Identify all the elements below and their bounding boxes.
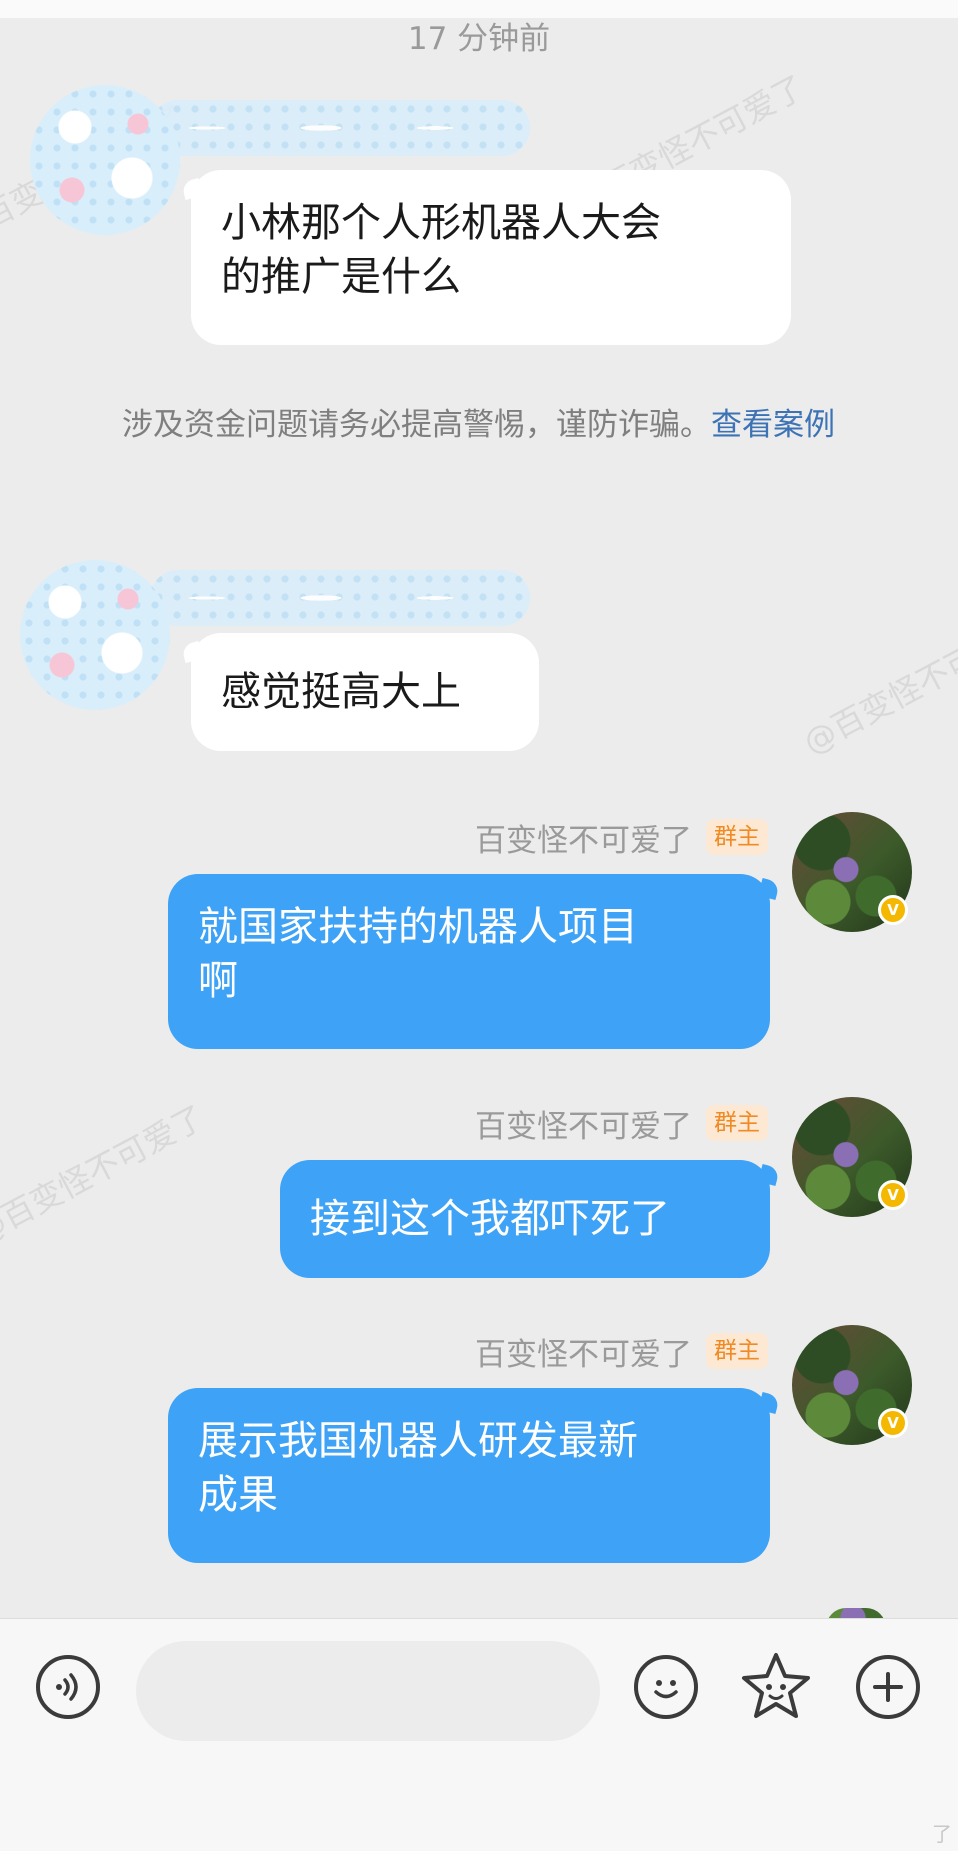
voice-icon[interactable] xyxy=(36,1655,100,1719)
input-bar: 了 xyxy=(0,1618,958,1851)
message-text-line: 接到这个我都吓死了 xyxy=(310,1196,670,1242)
verified-icon: V xyxy=(878,1180,908,1210)
emoji-icon[interactable] xyxy=(634,1655,698,1719)
status-strip xyxy=(0,0,958,18)
sticker-strip xyxy=(150,570,530,626)
avatar[interactable] xyxy=(20,560,170,710)
owner-badge: 群主 xyxy=(706,1333,768,1369)
voice-glyph xyxy=(56,1673,78,1701)
watermark: @百变怪不可爱了 xyxy=(0,1097,211,1252)
sender-name[interactable]: 百变怪不可爱了 xyxy=(475,1329,692,1374)
message-text-line: 啊 xyxy=(198,958,238,1004)
corner-mark: 了 xyxy=(932,1822,952,1846)
watermark: @百变怪不可爱了 xyxy=(797,607,958,762)
time-divider: 17 分钟前 xyxy=(407,21,551,57)
owner-badge: 群主 xyxy=(706,819,768,855)
message-text-line: 就国家扶持的机器人项目 xyxy=(198,904,638,950)
verified-icon: V xyxy=(878,895,908,925)
view-cases-link[interactable]: 查看案例 xyxy=(711,407,835,443)
message-text-line: 的推广是什么 xyxy=(221,254,461,300)
notice-text: 涉及资金问题请务必提高警惕，谨防诈骗。 xyxy=(122,407,711,443)
owner-badge: 群主 xyxy=(706,1105,768,1141)
plus-glyph xyxy=(873,1672,903,1702)
safety-notice: 涉及资金问题请务必提高警惕，谨防诈骗。查看案例 xyxy=(122,395,842,455)
sticker-icon[interactable] xyxy=(738,1649,814,1725)
sender-row: 百变怪不可爱了 群主 xyxy=(475,815,768,860)
sender-name[interactable]: 百变怪不可爱了 xyxy=(475,1101,692,1146)
message-input[interactable] xyxy=(136,1641,600,1741)
avatar[interactable] xyxy=(30,85,180,235)
message-bubble[interactable]: 小林那个人形机器人大会 的推广是什么 xyxy=(191,170,791,345)
message-text-line: 小林那个人形机器人大会 xyxy=(221,200,661,246)
sticker-glyph xyxy=(742,1653,810,1718)
sender-name[interactable]: 百变怪不可爱了 xyxy=(475,815,692,860)
message-text-line: 感觉挺高大上 xyxy=(221,669,461,715)
message-bubble[interactable]: 接到这个我都吓死了 xyxy=(280,1160,770,1278)
verified-icon: V xyxy=(878,1408,908,1438)
message-bubble[interactable]: 就国家扶持的机器人项目 啊 xyxy=(168,874,770,1049)
sender-row: 百变怪不可爱了 群主 xyxy=(475,1101,768,1146)
plus-icon[interactable] xyxy=(856,1655,920,1719)
message-text-line: 成果 xyxy=(198,1472,278,1518)
sticker-strip xyxy=(150,100,530,156)
message-text-line: 展示我国机器人研发最新 xyxy=(198,1418,638,1464)
message-bubble[interactable]: 感觉挺高大上 xyxy=(191,633,539,751)
message-bubble[interactable]: 展示我国机器人研发最新 成果 xyxy=(168,1388,770,1563)
sender-row: 百变怪不可爱了 群主 xyxy=(475,1329,768,1374)
emoji-glyph xyxy=(654,1680,678,1699)
